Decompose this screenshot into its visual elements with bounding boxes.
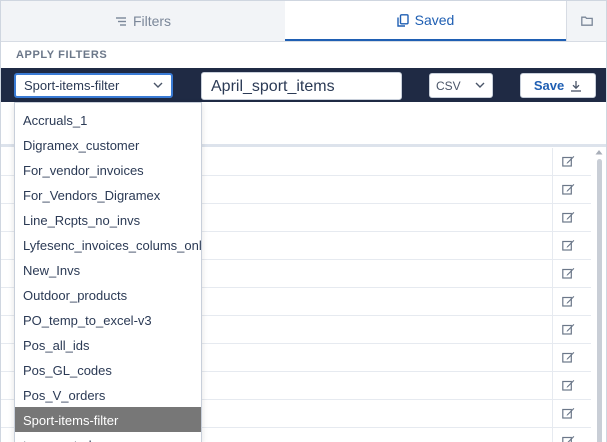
copy-icon — [396, 13, 409, 27]
section-title: APPLY FILTERS — [16, 49, 108, 61]
edit-icon[interactable] — [562, 435, 575, 442]
filter-name-input[interactable]: April_sport_items — [201, 72, 402, 100]
edit-icon[interactable] — [562, 267, 575, 279]
row-action-divider — [552, 176, 553, 203]
saved-filters-panel: Filters Saved APPLY FILTERS Sport-items-… — [0, 0, 607, 442]
tab-saved-label: Saved — [414, 12, 455, 28]
dropdown-option[interactable]: Lyfesenc_invoices_colums_only — [15, 232, 201, 257]
row-action-divider — [552, 400, 553, 427]
row-action-divider — [552, 344, 553, 371]
dropdown-option[interactable]: temp sorted vnam — [15, 432, 201, 442]
list-scrollbar[interactable] — [594, 147, 604, 442]
dropdown-option[interactable]: Accruals_1 — [15, 107, 201, 132]
edit-icon[interactable] — [562, 239, 575, 251]
save-button[interactable]: Save — [520, 73, 596, 98]
tab-filters-label: Filters — [132, 13, 172, 29]
dropdown-option[interactable]: Pos_V_orders — [15, 382, 201, 407]
dropdown-option[interactable]: New_Invs — [15, 257, 201, 282]
filter-name-value: April_sport_items — [211, 78, 335, 95]
row-action-divider — [552, 372, 553, 399]
edit-icon[interactable] — [562, 323, 575, 335]
filter-dropdown-menu: Accruals_1 Digramex_customer For_vendor_in… — [14, 102, 202, 442]
filter-select-value: Sport-items-filter — [24, 78, 120, 93]
dropdown-option[interactable]: Sport-items-filter — [15, 407, 201, 432]
format-select-value: CSV — [436, 79, 461, 93]
dropdown-option[interactable]: PO_temp_to_excel-v3 — [15, 307, 201, 332]
row-action-divider — [552, 288, 553, 315]
chevron-down-icon — [475, 82, 485, 88]
row-action-divider — [552, 316, 553, 343]
dropdown-option[interactable]: For_vendor_invoices — [15, 157, 201, 182]
edit-icon[interactable] — [562, 379, 575, 391]
row-action-divider — [552, 204, 553, 231]
download-icon — [571, 80, 582, 92]
format-select[interactable]: CSV — [429, 73, 493, 98]
filter-select[interactable]: Sport-items-filter — [14, 73, 173, 98]
dropdown-option[interactable]: Outdoor_products — [15, 282, 201, 307]
tab-filters[interactable]: Filters — [1, 1, 285, 41]
save-button-label: Save — [533, 78, 565, 93]
row-action-divider — [552, 232, 553, 259]
dropdown-option[interactable]: For_Vendors_Digramex — [15, 182, 201, 207]
sliders-icon — [115, 16, 126, 26]
edit-icon[interactable] — [562, 351, 575, 363]
edit-icon[interactable] — [562, 407, 575, 419]
dropdown-option[interactable]: Line_Rcpts_no_invs — [15, 207, 201, 232]
row-action-divider — [552, 428, 553, 442]
chevron-down-icon — [153, 82, 163, 88]
scrollbar-thumb[interactable] — [597, 159, 602, 442]
tab-folder[interactable] — [566, 1, 606, 41]
edit-icon[interactable] — [562, 211, 575, 223]
edit-icon[interactable] — [562, 295, 575, 307]
row-action-divider — [552, 260, 553, 287]
row-action-divider — [552, 148, 553, 175]
tab-bar: Filters Saved — [1, 1, 606, 42]
dropdown-option[interactable]: Digramex_customer — [15, 132, 201, 157]
edit-icon[interactable] — [562, 155, 575, 167]
folder-icon — [580, 16, 593, 26]
edit-icon[interactable] — [562, 183, 575, 195]
tab-saved[interactable]: Saved — [285, 1, 566, 41]
dropdown-option[interactable]: Pos_GL_codes — [15, 357, 201, 382]
scroll-up-arrow-icon[interactable] — [595, 149, 603, 155]
dropdown-option[interactable]: Pos_all_ids — [15, 332, 201, 357]
